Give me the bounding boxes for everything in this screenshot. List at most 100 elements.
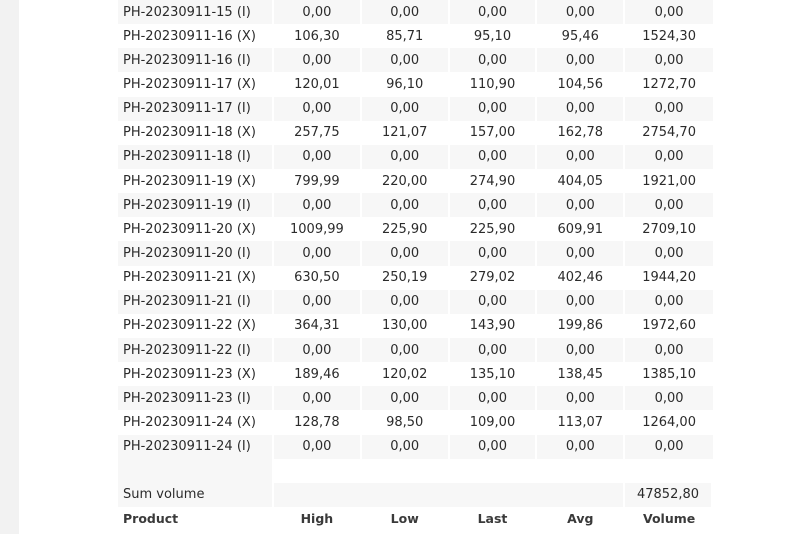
header-product[interactable]: Product [118,506,274,531]
table-row: PH-20230911-18 (I) 0,00 0,00 0,00 0,00 0,00 [118,144,713,169]
cell-avg: 0,00 [537,144,626,169]
cell-low: 98,50 [361,410,450,435]
cell-low: 250,19 [361,265,450,290]
cell-low: 0,00 [361,386,450,411]
sum-volume-label: Sum volume [118,482,274,507]
table-row: PH-20230911-17 (X) 120,01 96,10 110,90 104,5… [118,72,713,97]
cell-last: 0,00 [449,0,538,25]
cell-last: 0,00 [449,386,538,411]
table-row: PH-20230911-22 (I) 0,00 0,00 0,00 0,00 0,00 [118,337,713,363]
header-low[interactable]: Low [361,506,450,531]
cell-product: PH-20230911-23 (X) [118,362,274,387]
cell-avg: 0,00 [537,434,626,459]
cell-avg: 0,00 [537,337,626,363]
cell-product: PH-20230911-22 (I) [118,337,274,363]
cell-high: 0,00 [274,241,362,266]
cell-high: 189,46 [274,362,362,387]
cell-product: PH-20230911-23 (I) [118,386,274,411]
cell-last: 0,00 [449,144,538,169]
cell-high: 0,00 [274,193,362,218]
cell-low: 0,00 [361,289,450,314]
cell-low: 0,00 [361,193,450,218]
cell-last: 0,00 [449,289,538,314]
cell-high: 0,00 [274,289,362,314]
table-row: PH-20230911-19 (I) 0,00 0,00 0,00 0,00 0,00 [118,193,713,218]
cell-avg: 162,78 [537,120,626,145]
table-row: PH-20230911-16 (I) 0,00 0,00 0,00 0,00 0,00 [118,48,713,73]
cell-low: 130,00 [361,313,450,338]
cell-product: PH-20230911-22 (X) [118,313,274,338]
table-row: PH-20230911-16 (X) 106,30 85,71 95,10 95,46 1… [118,24,713,49]
market-table: PH-20230911-15 (I) 0,00 0,00 0,00 0,00 0,00 PH… [118,0,713,531]
cell-low: 220,00 [361,168,450,194]
cell-product: PH-20230911-17 (X) [118,72,274,97]
cell-volume: 1972,60 [625,313,713,338]
header-volume[interactable]: Volume [625,506,713,531]
cell-avg: 138,45 [537,362,626,387]
cell-volume: 0,00 [625,289,713,314]
cell-volume: 0,00 [625,144,713,169]
cell-low: 121,07 [361,120,450,145]
cell-high: 799,99 [274,168,362,194]
cell-last: 95,10 [449,24,538,49]
cell-volume: 0,00 [625,337,713,363]
cell-high: 1009,99 [274,217,362,242]
cell-low: 0,00 [361,241,450,266]
cell-product: PH-20230911-17 (I) [118,96,274,121]
cell-high: 0,00 [274,337,362,363]
cell-avg: 0,00 [537,48,626,73]
cell-low: 0,00 [361,337,450,363]
cell-high: 106,30 [274,24,362,49]
cell-avg: 0,00 [537,96,626,121]
table-row: PH-20230911-20 (I) 0,00 0,00 0,00 0,00 0,00 [118,241,713,266]
header-high[interactable]: High [274,506,362,531]
header-last[interactable]: Last [449,506,538,531]
cell-last: 110,90 [449,72,538,97]
blank-row [118,458,713,483]
cell-avg: 199,86 [537,313,626,338]
cell-last: 143,90 [449,313,538,338]
cell-product: PH-20230911-21 (I) [118,289,274,314]
cell-last: 0,00 [449,96,538,121]
cell-last: 0,00 [449,48,538,73]
cell-product: PH-20230911-19 (I) [118,193,274,218]
cell-volume: 0,00 [625,193,713,218]
cell-volume: 1264,00 [625,410,713,435]
header-avg[interactable]: Avg [537,506,626,531]
cell-product: PH-20230911-18 (X) [118,120,274,145]
blank-cell [118,458,274,483]
table-row: PH-20230911-24 (X) 128,78 98,50 109,00 113,0… [118,410,713,435]
table-row: PH-20230911-19 (X) 799,99 220,00 274,90 404,… [118,168,713,194]
cell-avg: 0,00 [537,289,626,314]
left-gutter [0,0,19,534]
cell-volume: 0,00 [625,434,713,459]
cell-product: PH-20230911-20 (X) [118,217,274,242]
table-row: PH-20230911-22 (X) 364,31 130,00 143,90 199,… [118,313,713,338]
cell-last: 225,90 [449,217,538,242]
cell-avg: 0,00 [537,193,626,218]
cell-volume: 0,00 [625,96,713,121]
cell-low: 0,00 [361,0,450,25]
cell-low: 96,10 [361,72,450,97]
cell-volume: 1944,20 [625,265,713,290]
cell-product: PH-20230911-16 (I) [118,48,274,73]
cell-volume: 0,00 [625,0,713,25]
table-row: PH-20230911-15 (I) 0,00 0,00 0,00 0,00 0,00 [118,0,713,25]
cell-high: 0,00 [274,434,362,459]
cell-avg: 402,46 [537,265,626,290]
cell-avg: 609,91 [537,217,626,242]
cell-high: 0,00 [274,96,362,121]
cell-product: PH-20230911-19 (X) [118,168,274,194]
cell-last: 0,00 [449,241,538,266]
cell-volume: 0,00 [625,48,713,73]
cell-product: PH-20230911-16 (X) [118,24,274,49]
cell-avg: 104,56 [537,72,626,97]
table-row: PH-20230911-21 (X) 630,50 250,19 279,02 402,… [118,265,713,290]
cell-volume: 2709,10 [625,217,713,242]
cell-avg: 95,46 [537,24,626,49]
cell-high: 364,31 [274,313,362,338]
cell-volume: 1272,70 [625,72,713,97]
cell-volume: 1385,10 [625,362,713,387]
cell-high: 0,00 [274,48,362,73]
cell-high: 630,50 [274,265,362,290]
